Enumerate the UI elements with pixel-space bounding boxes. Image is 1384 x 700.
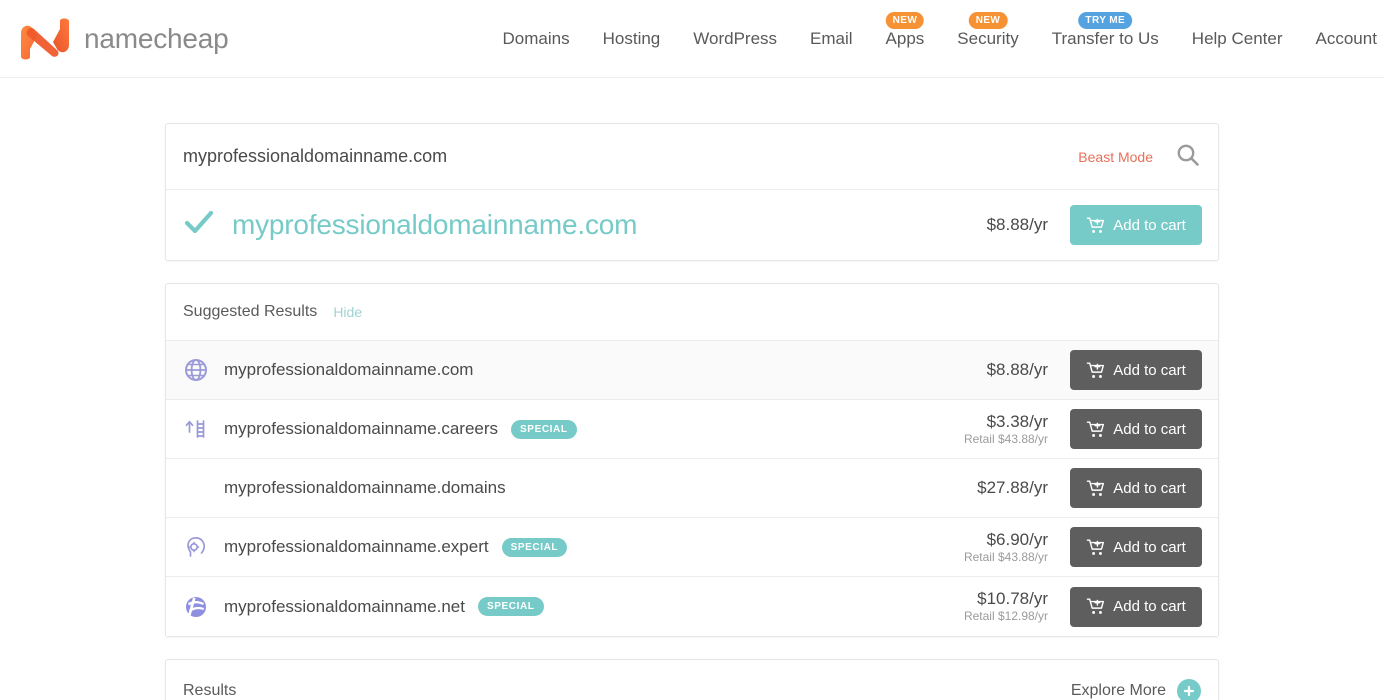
price-main: $3.38/yr [986,411,1048,431]
nav-item-email[interactable]: Email [810,0,853,78]
namecheap-wordmark: namecheap [84,22,229,54]
explore-more-button[interactable]: Explore More [1071,679,1201,700]
nav-item-wordpress[interactable]: WordPress [693,0,777,78]
button-label: Add to cart [1113,538,1186,556]
beast-mode-link[interactable]: Beast Mode [1078,149,1153,165]
nav-item-apps[interactable]: NEW Apps [885,0,925,78]
nav-item-transfer-to-us[interactable]: TRY ME Transfer to Us [1052,0,1159,78]
suggested-domain-name[interactable]: myprofessionaldomainname.careers [224,419,498,439]
ladder-arrow-icon [182,415,210,443]
checkmark-icon [182,206,216,245]
nav-item-account[interactable]: Account [1316,0,1377,78]
add-to-cart-button[interactable]: Add to cart [1070,409,1202,449]
button-label: Add to cart [1113,479,1186,497]
suggested-results-title: Suggested Results [183,303,318,320]
search-bar: Beast Mode [166,124,1218,190]
results-panel: Results Explore More [165,659,1219,700]
add-to-cart-button[interactable]: Add to cart [1070,586,1202,627]
button-label: Add to cart [1113,420,1186,438]
nav-item-help-center[interactable]: Help Center [1192,0,1283,78]
price-main: $27.88/yr [977,478,1048,497]
featured-domain-name: myprofessionaldomainname.com [232,209,638,240]
explore-more-label: Explore More [1070,682,1166,699]
suggested-domain-name[interactable]: myprofessionaldomainname.expert [224,537,489,557]
button-label: Add to cart [1113,361,1186,379]
price-block: $10.78/yr Retail $12.98/yr [964,589,1048,624]
cart-plus-icon [1086,479,1105,498]
nav-label: WordPress [693,28,778,48]
price-main: $10.78/yr [977,589,1048,608]
nav-item-domains[interactable]: Domains [503,0,570,78]
cart-plus-icon [1086,420,1105,439]
suggested-domain-name[interactable]: myprofessionaldomainname.domains [224,478,506,498]
status-badge: SPECIAL [477,597,544,616]
main-navigation: Domains Hosting WordPress Email NEW Apps… [503,0,1377,78]
price-block: $8.88/yr [987,360,1048,380]
nav-badge-new: NEW [885,11,925,29]
suggested-domain-name[interactable]: myprofessionaldomainname.net [224,597,465,617]
nav-item-hosting[interactable]: Hosting [603,0,661,78]
search-panel: Beast Mode myprofessionaldomainname.com … [165,123,1219,261]
nav-badge-new: NEW [968,11,1008,29]
nav-item-security[interactable]: NEW Security [957,0,1019,78]
search-icon [1175,142,1201,171]
table-row: myprofessionaldomainname.domains $27.88/… [166,459,1218,518]
price-block: $6.90/yr Retail $43.88/yr [964,530,1048,565]
results-header: Results Explore More [166,660,1218,700]
featured-price: $8.88/yr [986,215,1048,234]
price-retail: Retail $43.88/yr [963,431,1048,446]
search-results-page: Beast Mode myprofessionaldomainname.com … [0,78,1384,700]
nav-label: Security [957,28,1019,48]
add-to-cart-button-featured[interactable]: Add to cart [1070,205,1202,245]
nav-label: Domains [502,28,570,48]
nav-label: Apps [885,28,925,48]
table-row: myprofessionaldomainname.careers SPECIAL… [166,400,1218,459]
cart-plus-icon [1086,538,1105,557]
table-row: myprofessionaldomainname.expert SPECIAL … [166,518,1218,577]
nav-label: Hosting [602,28,661,48]
hide-suggested-link[interactable]: Hide [333,304,362,320]
results-title: Results [183,682,237,699]
nav-label: Account [1315,28,1377,48]
site-header: namecheap Domains Hosting WordPress Emai… [0,0,1384,78]
nav-label: Email [810,28,853,48]
suggested-results-header: Suggested Results Hide [166,284,1218,341]
table-row: myprofessionaldomainname.com $8.88/yr Ad… [166,341,1218,400]
price-block: $3.38/yr Retail $43.88/yr [964,412,1048,447]
net-sphere-icon [182,593,210,621]
add-to-cart-button[interactable]: Add to cart [1070,468,1202,508]
search-submit-button[interactable] [1175,142,1201,171]
namecheap-logo[interactable]: namecheap [14,9,229,69]
price-retail: Retail $12.98/yr [963,609,1048,623]
add-to-cart-button[interactable]: Add to cart [1070,527,1202,567]
globe-icon [182,356,210,384]
cart-plus-icon [1086,216,1105,235]
cart-plus-icon [1086,361,1105,380]
plus-circle-icon [1177,679,1201,700]
price-main: $6.90/yr [986,529,1048,549]
suggested-results-panel: Suggested Results Hide myprofessionaldom… [165,283,1219,637]
status-badge: SPECIAL [501,537,568,557]
price-main: $8.88/yr [986,360,1048,379]
table-row: myprofessionaldomainname.net SPECIAL $10… [166,577,1218,636]
nav-label: Help Center [1191,28,1283,48]
button-label: Add to cart [1113,598,1186,615]
price-block: $27.88/yr [977,478,1048,498]
add-to-cart-button[interactable]: Add to cart [1070,350,1202,390]
expert-head-gear-icon [182,533,210,561]
namecheap-logo-icon [14,17,76,61]
nav-label: Transfer to Us [1051,28,1159,48]
suggested-domain-name[interactable]: myprofessionaldomainname.com [224,360,473,380]
featured-result-row: myprofessionaldomainname.com $8.88/yr Ad… [166,190,1218,260]
button-label: Add to cart [1113,216,1186,234]
status-badge: SPECIAL [511,419,577,439]
nav-badge-try-me: TRY ME [1078,11,1133,29]
cart-plus-icon [1086,597,1105,616]
price-retail: Retail $43.88/yr [963,549,1048,564]
search-input[interactable] [183,146,1079,167]
